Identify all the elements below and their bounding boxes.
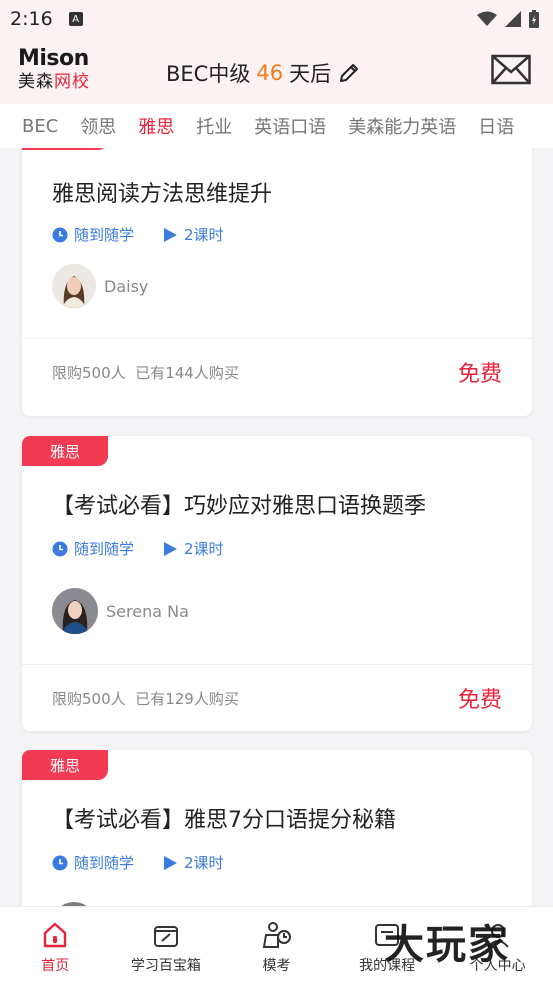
play-icon — [164, 541, 178, 556]
course-card[interactable]: 雅思 【考试必看】巧妙应对雅思口语换题季 随到随学 2课时 Serena Na … — [22, 436, 532, 731]
logo-subtitle-1: 美森 — [18, 72, 54, 92]
course-list: 雅思阅读方法思维提升 随到随学 2课时 Daisy 限购500人 已有144人购… — [0, 148, 553, 906]
course-price: 免费 — [457, 362, 502, 387]
tab-toeic[interactable]: 托业 — [196, 113, 232, 139]
mison-logo: Mison 美森网校 — [18, 47, 108, 95]
tab-mison-english[interactable]: 美森能力英语 — [348, 113, 456, 139]
countdown-days: 46 — [256, 61, 284, 85]
app-header: Mison 美森网校 BEC中级 46 天后 — [0, 38, 553, 104]
purchase-limit: 限购500人 — [52, 690, 126, 708]
course-lessons: 2课时 — [184, 540, 224, 558]
countdown-exam: BEC中级 — [166, 62, 251, 86]
course-card[interactable]: 雅思阅读方法思维提升 随到随学 2课时 Daisy 限购500人 已有144人购… — [22, 148, 532, 416]
clock-icon — [52, 541, 68, 556]
nav-exam-label: 模考 — [262, 958, 291, 974]
course-quota: 限购500人 已有144人购买 — [52, 362, 239, 383]
nav-exam[interactable]: 模考 — [221, 907, 332, 984]
course-title: 【考试必看】巧妙应对雅思口语换题季 — [52, 494, 427, 519]
course-title: 雅思阅读方法思维提升 — [52, 182, 273, 207]
play-icon — [164, 227, 178, 242]
card-divider — [22, 338, 532, 339]
play-icon — [164, 855, 178, 870]
exam-countdown[interactable]: BEC中级 46 天后 — [166, 58, 361, 88]
course-mode: 随到随学 — [74, 854, 135, 872]
countdown-suffix: 天后 — [289, 62, 332, 86]
status-time: 2:16 — [10, 8, 53, 30]
course-meta: 随到随学 2课时 — [52, 852, 252, 873]
purchase-count: 已有129人购买 — [135, 690, 239, 708]
teacher-name: Daisy — [104, 276, 149, 296]
course-mode: 随到随学 — [74, 540, 135, 558]
teacher-avatar — [52, 588, 98, 634]
course-badge: 雅思 — [22, 436, 108, 466]
status-bar: 2:16 A — [0, 0, 553, 38]
edit-pencil-icon[interactable] — [337, 61, 361, 85]
toolbox-icon — [153, 926, 178, 947]
card-divider — [22, 664, 532, 665]
course-teacher: Daisy — [52, 264, 148, 308]
logo-subtitle: 美森网校 — [18, 71, 108, 93]
course-card[interactable]: 雅思 【考试必看】雅思7分口语提分秘籍 随到随学 2课时 — [22, 750, 532, 906]
tab-linguaskill[interactable]: 领思 — [80, 113, 116, 139]
course-teacher: Serena Na — [52, 588, 189, 634]
exam-icon — [263, 922, 292, 948]
course-mode: 随到随学 — [74, 226, 135, 244]
tab-ielts[interactable]: 雅思 — [138, 113, 174, 139]
nav-toolbox[interactable]: 学习百宝箱 — [111, 907, 222, 984]
course-title: 【考试必看】雅思7分口语提分秘籍 — [52, 808, 396, 833]
course-meta: 随到随学 2课时 — [52, 224, 252, 245]
purchase-limit: 限购500人 — [52, 364, 126, 382]
course-meta: 随到随学 2课时 — [52, 538, 252, 559]
wifi-icon — [477, 11, 497, 26]
nav-home[interactable]: 首页 — [0, 907, 111, 984]
watermark: 大玩家 — [384, 922, 510, 968]
clock-icon — [52, 227, 68, 242]
course-lessons: 2课时 — [184, 854, 224, 872]
course-badge — [22, 148, 108, 150]
teacher-avatar — [52, 264, 96, 308]
course-price: 免费 — [457, 688, 502, 713]
course-quota: 限购500人 已有129人购买 — [52, 688, 239, 709]
logo-wordmark: Mison — [18, 46, 89, 71]
nav-home-label: 首页 — [41, 958, 70, 974]
category-tabs: BEC 领思 雅思 托业 英语口语 美森能力英语 日语 — [0, 104, 553, 148]
signal-icon — [505, 11, 521, 27]
course-lessons: 2课时 — [184, 226, 224, 244]
purchase-count: 已有144人购买 — [135, 364, 239, 382]
tab-bec[interactable]: BEC — [22, 116, 58, 137]
clock-icon — [52, 855, 68, 870]
nav-toolbox-label: 学习百宝箱 — [130, 958, 201, 974]
home-icon — [44, 922, 67, 948]
notification-a-icon: A — [68, 12, 83, 26]
status-right — [477, 10, 539, 28]
logo-subtitle-2: 网校 — [54, 72, 90, 92]
teacher-name: Serena Na — [106, 601, 189, 621]
mail-icon[interactable] — [491, 54, 531, 86]
tab-japanese[interactable]: 日语 — [478, 113, 514, 139]
course-badge: 雅思 — [22, 750, 108, 780]
tab-spoken-english[interactable]: 英语口语 — [254, 113, 326, 139]
battery-icon — [529, 10, 539, 28]
